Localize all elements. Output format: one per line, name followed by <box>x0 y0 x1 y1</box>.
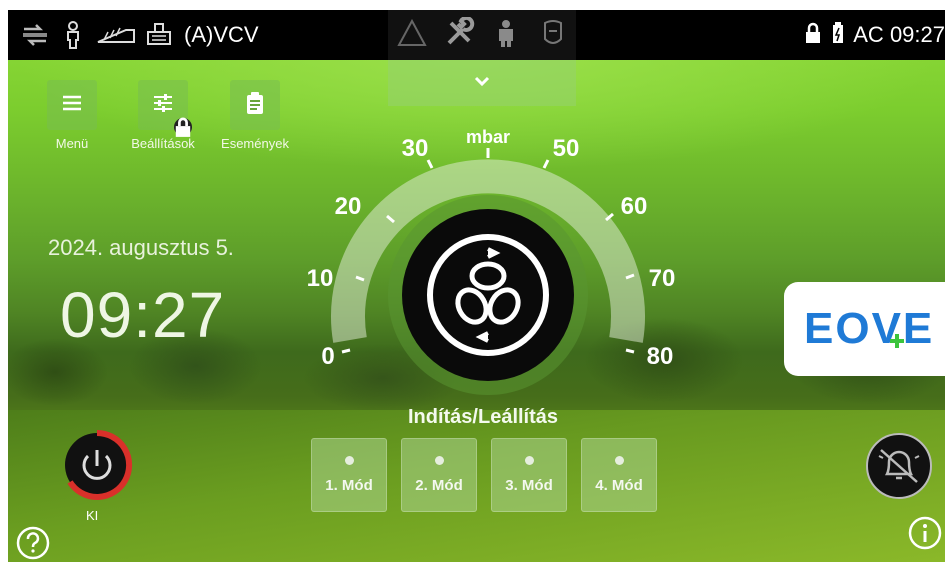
events-button[interactable]: Események <box>220 80 290 151</box>
mode-4-button[interactable]: 4. Mód <box>581 438 657 512</box>
mode-indicator <box>344 456 354 465</box>
mode-indicator <box>434 456 444 465</box>
patient-icon <box>58 20 88 50</box>
gauge-tick-70: 70 <box>649 265 676 292</box>
tools-icon[interactable] <box>443 15 475 54</box>
help-button[interactable] <box>16 526 50 560</box>
ventilation-mode: (A)VCV <box>184 22 259 47</box>
mode-label: 4. Mód <box>595 477 643 494</box>
sliders-icon <box>150 90 176 121</box>
alarm-triangle-icon[interactable] <box>396 17 428 54</box>
gauge-tick-80: 80 <box>647 343 674 370</box>
circuit-icon <box>96 20 136 50</box>
mode-selector: 1. Mód 2. Mód 3. Mód 4. Mód <box>311 438 657 512</box>
gauge-tick-50: 50 <box>553 135 580 162</box>
valve-icon <box>144 20 174 50</box>
mode-2-button[interactable]: 2. Mód <box>401 438 477 512</box>
info-button[interactable] <box>908 516 942 550</box>
events-label: Események <box>221 136 289 151</box>
clipboard-icon <box>242 90 268 121</box>
power-button[interactable] <box>60 428 134 502</box>
top-tabs <box>388 10 576 60</box>
gauge-tick-30: 30 <box>402 135 429 162</box>
mode-indicator <box>614 456 624 465</box>
mode-1-button[interactable]: 1. Mód <box>311 438 387 512</box>
alarm-silence-button[interactable] <box>865 432 933 500</box>
mode-label: 2. Mód <box>415 477 463 494</box>
gauge-tick-60: 60 <box>621 193 648 220</box>
mode-3-button[interactable]: 3. Mód <box>491 438 567 512</box>
connectivity-icon <box>20 20 50 50</box>
gauge-unit: mbar <box>466 127 510 147</box>
status-time: 09:27 <box>889 22 945 47</box>
settings-button[interactable]: Beállítások <box>128 80 198 151</box>
brand-logo: EOVE <box>784 282 945 376</box>
battery-icon <box>831 21 845 49</box>
mode-label: 1. Mód <box>325 477 373 494</box>
mode-label: 3. Mód <box>505 477 553 494</box>
power-source: AC <box>853 22 884 47</box>
start-stop-label: Indítás/Leállítás <box>407 406 559 428</box>
date-display: 2024. augusztus 5. <box>48 235 234 260</box>
power-label: KI <box>86 508 99 523</box>
device-screen: (A)VCV AC 09:27 Menü Beállítások Esemény… <box>8 10 945 562</box>
panel-expand-button[interactable] <box>388 60 576 106</box>
brand-text: EOVE <box>804 304 935 353</box>
info-icon <box>908 516 942 550</box>
gauge-tick-20: 20 <box>335 193 362 220</box>
robot-icon[interactable] <box>490 17 522 54</box>
chevron-down-icon <box>471 70 493 97</box>
menu-icon <box>59 90 85 121</box>
mask-icon[interactable] <box>537 17 569 54</box>
lock-icon <box>803 22 823 49</box>
status-bar: (A)VCV AC 09:27 <box>8 10 945 60</box>
pressure-gauge: mbar 0 10 20 30 50 60 70 80 <box>288 110 688 410</box>
settings-lock-icon <box>174 117 192 137</box>
gauge-tick-0: 0 <box>321 343 334 370</box>
brand-plus-icon <box>890 334 904 348</box>
menu-label: Menü <box>55 136 89 151</box>
question-icon <box>16 526 50 560</box>
clock-display: 09:27 <box>60 279 226 351</box>
mode-indicator <box>524 456 534 465</box>
menu-button[interactable]: Menü <box>37 80 107 151</box>
gauge-tick-10: 10 <box>307 265 334 292</box>
